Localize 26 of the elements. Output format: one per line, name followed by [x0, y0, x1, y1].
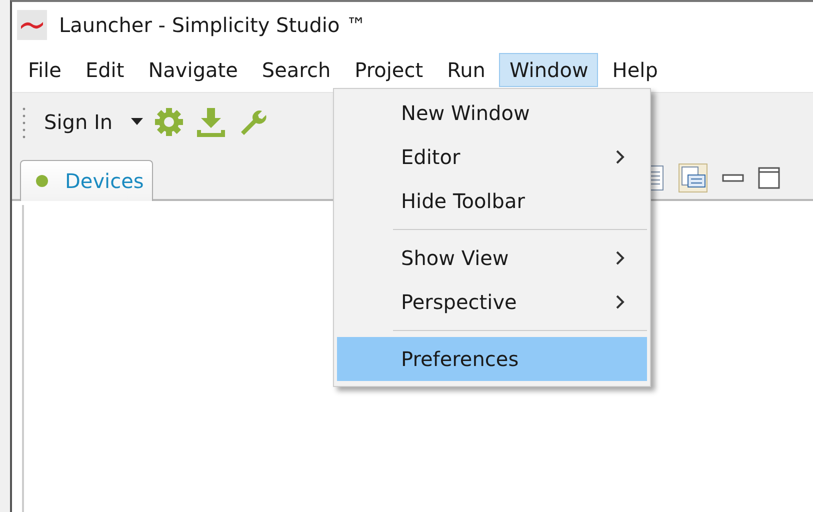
menu-item[interactable]: Edit	[75, 53, 134, 87]
menu-item[interactable]: Search	[252, 53, 341, 87]
menu-entry[interactable]: Hide Toolbar	[337, 179, 647, 223]
menu-entry[interactable]: Preferences	[337, 337, 647, 381]
dropdown-caret-icon[interactable]	[130, 118, 143, 126]
menu-entry[interactable]: Editor	[337, 135, 647, 179]
app-logo-icon	[17, 10, 47, 40]
window-title: Launcher - Simplicity Studio ™	[59, 13, 366, 37]
menu-item[interactable]: Navigate	[138, 53, 248, 87]
menu-entry[interactable]: New Window	[337, 91, 647, 135]
menu-item[interactable]: Help	[602, 53, 668, 87]
menu-entry[interactable]: Show View	[337, 236, 647, 280]
maximize-icon[interactable]	[758, 167, 780, 189]
chevron-right-icon	[616, 150, 625, 164]
chevron-right-icon	[616, 251, 625, 265]
sign-in-button[interactable]: Sign In	[36, 110, 121, 134]
outline-icon[interactable]	[678, 163, 708, 193]
view-tab[interactable]: Devices	[20, 160, 153, 201]
menu-item[interactable]: Window	[499, 53, 598, 87]
minimize-icon[interactable]	[722, 173, 744, 183]
menu-item[interactable]: File	[18, 53, 72, 87]
status-dot-icon	[35, 174, 49, 188]
chevron-right-icon	[616, 295, 625, 309]
menu-item[interactable]: Project	[344, 53, 434, 87]
menu-entry[interactable]: Perspective	[337, 280, 647, 324]
menu-item[interactable]: Run	[437, 53, 496, 87]
